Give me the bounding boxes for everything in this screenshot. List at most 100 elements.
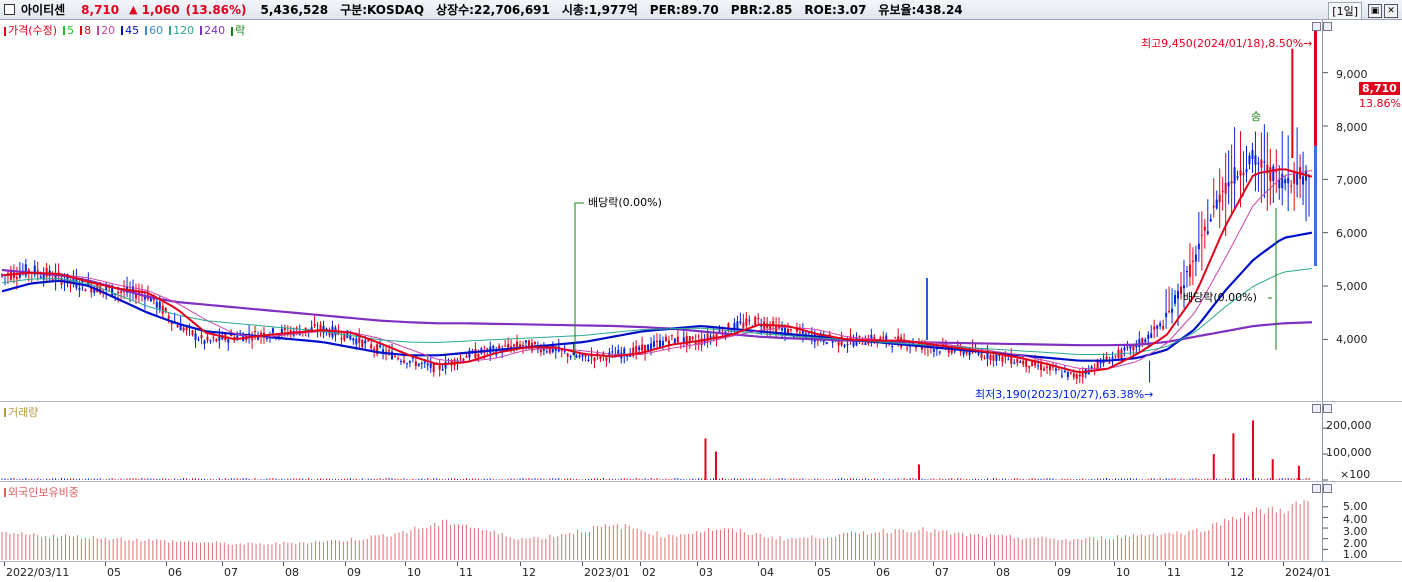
x-tick-label: 2023/01 xyxy=(584,566,630,579)
price-pane[interactable]: 가격(수정) 5 8 20 45 60 120 240 락 9,000 8,00… xyxy=(0,20,1402,402)
candle-body xyxy=(1037,365,1040,367)
candle-body xyxy=(340,338,343,340)
pane-close-icon[interactable] xyxy=(1323,484,1332,493)
candle-body xyxy=(1284,179,1287,184)
candle-body xyxy=(200,335,203,339)
stock-name[interactable]: 아이티센 xyxy=(21,1,65,18)
x-tick-label: 04 xyxy=(760,566,774,579)
candle-body xyxy=(379,345,382,347)
legend-ma8[interactable]: 8 xyxy=(80,24,91,37)
candle-body xyxy=(798,332,801,334)
x-tick-label: 05 xyxy=(817,566,831,579)
candle-body xyxy=(394,355,396,357)
close-icon[interactable]: ✕ xyxy=(1384,4,1398,18)
candle-body xyxy=(498,345,501,349)
candle-body xyxy=(861,343,864,345)
candle-body xyxy=(739,321,742,323)
foreign-ownership-pane[interactable]: 외국인보유비중 5.00 4.00 3.00 2.00 1.00 xyxy=(0,482,1402,562)
legend-ma5[interactable]: 5 xyxy=(63,24,74,37)
y-tick-4000: 4,000 xyxy=(1336,333,1368,346)
volume-chart[interactable] xyxy=(0,402,1402,482)
candle-body xyxy=(596,353,599,355)
candle-body xyxy=(161,305,164,314)
legend-price[interactable]: 가격(수정) xyxy=(4,22,57,38)
pane-restore-icon[interactable] xyxy=(1312,22,1321,31)
candle-body xyxy=(673,338,676,344)
dividend-annotation-1: 배당락(0.00%) xyxy=(588,196,662,209)
candle-body xyxy=(1060,375,1063,377)
candle-body xyxy=(691,337,694,339)
candle-body xyxy=(158,301,161,310)
legend-rak[interactable]: 락 xyxy=(231,22,245,38)
candle-body xyxy=(1162,325,1165,329)
candle-body xyxy=(477,354,480,358)
candle-body xyxy=(1254,155,1257,165)
legend-ma60[interactable]: 60 xyxy=(145,24,163,37)
candle-body xyxy=(1049,365,1051,371)
candle-body xyxy=(670,335,673,337)
x-tick-mark xyxy=(283,562,284,566)
x-tick-mark xyxy=(405,562,406,566)
candle-body xyxy=(977,353,980,355)
candle-body xyxy=(1182,285,1185,289)
legend-foreign-label[interactable]: 외국인보유비중 xyxy=(8,484,79,500)
x-tick-label: 05 xyxy=(107,566,121,579)
candle-body xyxy=(117,292,120,294)
for-tick-1: 1.00 xyxy=(1343,548,1368,561)
candle-body xyxy=(194,333,197,340)
candle-body xyxy=(417,363,420,366)
candle-body xyxy=(51,279,54,281)
candle-body xyxy=(459,357,462,359)
candle-body xyxy=(1174,295,1177,304)
x-tick-label: 07 xyxy=(935,566,949,579)
foreign-ownership-chart[interactable] xyxy=(0,482,1402,562)
candle-body xyxy=(617,349,620,355)
candle-body xyxy=(1233,167,1236,184)
legend-ma120[interactable]: 120 xyxy=(169,24,194,37)
x-tick-label: 2022/03/11 xyxy=(6,566,70,579)
candle-body xyxy=(1239,170,1242,176)
pane-close-icon[interactable] xyxy=(1323,22,1332,31)
x-axis: 2022/03/11 05 06 07 08 09 10 11 12 2023/01 02 03 04 0… xyxy=(0,562,1402,582)
pane-close-icon[interactable] xyxy=(1323,404,1332,413)
x-tick-label: 03 xyxy=(699,566,713,579)
x-tick-mark xyxy=(1283,562,1284,566)
x-tick-label: 09 xyxy=(1057,566,1071,579)
maximize-icon[interactable]: ▣ xyxy=(1368,4,1382,18)
candle-body xyxy=(605,357,608,361)
x-tick-label: 11 xyxy=(1167,566,1181,579)
pane-restore-icon[interactable] xyxy=(1312,484,1321,493)
legend-ma45[interactable]: 45 xyxy=(121,24,139,37)
y-tick-8000: 8,000 xyxy=(1336,121,1368,134)
candle-body xyxy=(1013,362,1016,364)
y-tick-5000: 5,000 xyxy=(1336,280,1368,293)
legend-ma20[interactable]: 20 xyxy=(97,24,115,37)
select-checkbox[interactable] xyxy=(4,4,15,15)
candle-body xyxy=(388,350,391,352)
pane-restore-icon[interactable] xyxy=(1312,404,1321,413)
candle-body xyxy=(1287,177,1290,184)
candle-body xyxy=(504,345,507,347)
candle-body xyxy=(533,341,536,344)
candle-body xyxy=(1168,310,1171,312)
candle-body xyxy=(587,359,590,362)
candle-body xyxy=(1188,264,1191,277)
candle-body xyxy=(1156,325,1159,329)
legend-ma240[interactable]: 240 xyxy=(200,24,225,37)
volume-pane[interactable]: 거래량 200,000 100,000 ×100 xyxy=(0,402,1402,482)
candle-body xyxy=(1272,166,1275,182)
candle-body xyxy=(1165,312,1168,318)
period-selector[interactable]: [1일] xyxy=(1328,2,1362,20)
candle-body xyxy=(727,323,730,331)
candle-body xyxy=(658,340,661,348)
candle-body xyxy=(1194,254,1197,262)
candle-body xyxy=(757,317,760,320)
candle-body xyxy=(563,350,566,352)
candle-body xyxy=(155,301,158,308)
legend-volume-label[interactable]: 거래량 xyxy=(8,404,38,420)
price-chart[interactable] xyxy=(0,20,1402,402)
y-tick-9000: 9,000 xyxy=(1336,68,1368,81)
candle-body xyxy=(1177,290,1180,299)
candle-body xyxy=(953,350,956,352)
candle-body xyxy=(745,318,748,326)
